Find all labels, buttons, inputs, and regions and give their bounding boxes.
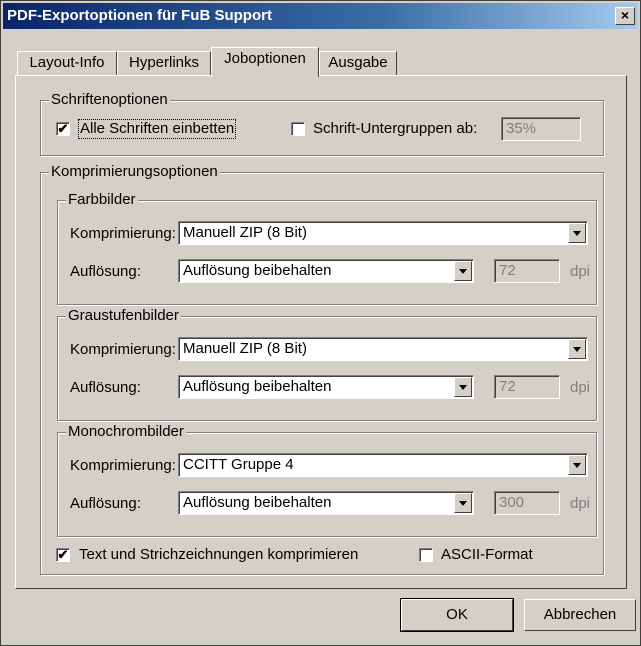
compression-group-legend: Komprimierungsoptionen [49,163,220,181]
gray-dpi-unit: dpi [570,379,591,396]
close-icon: × [620,7,630,23]
ok-button[interactable]: OK [400,598,514,632]
color-dpi-input[interactable]: 72 [494,259,560,283]
gray-compression-select[interactable]: Manuell ZIP (8 Bit) [178,337,588,361]
fonts-group: Schriftenoptionen ✔ Alle Schriften einbe… [40,91,604,156]
mono-dpi-input[interactable]: 300 [494,491,560,515]
chevron-down-icon[interactable] [454,493,472,513]
title-bar[interactable]: PDF-Exportoptionen für FuB Support × [3,3,638,29]
mono-images-legend: Monochrombilder [66,423,186,441]
ascii-format-label[interactable]: ASCII-Format [441,546,533,564]
mono-dpi-unit: dpi [570,495,591,512]
tab-panel: Schriftenoptionen ✔ Alle Schriften einbe… [15,75,627,589]
chevron-down-icon[interactable] [454,261,472,281]
tab-joboptionen[interactable]: Joboptionen [211,47,319,77]
window-title: PDF-Exportoptionen für FuB Support [7,7,272,24]
gray-images-legend: Graustufenbilder [66,307,181,325]
embed-all-fonts-label[interactable]: Alle Schriften einbetten [77,119,237,139]
color-resolution-select[interactable]: Auflösung beibehalten [178,259,474,283]
mono-compression-label: Komprimierung: [70,457,176,474]
dialog-window: PDF-Exportoptionen für FuB Support × Lay… [0,0,641,646]
font-subset-input[interactable]: 35% [501,117,581,141]
embed-all-fonts-checkbox[interactable]: ✔ [56,122,70,136]
font-subset-checkbox[interactable] [291,122,305,136]
mono-resolution-label: Auflösung: [70,495,141,512]
gray-resolution-select[interactable]: Auflösung beibehalten [178,375,474,399]
compression-group: Komprimierungsoptionen Farbbilder Kompri… [40,163,604,575]
mono-resolution-select[interactable]: Auflösung beibehalten [178,491,474,515]
color-compression-label: Komprimierung: [70,225,176,242]
fonts-group-legend: Schriftenoptionen [49,91,170,109]
tab-layout-info[interactable]: Layout-Info [17,51,117,75]
check-icon: ✔ [57,547,69,562]
color-resolution-label: Auflösung: [70,263,141,280]
tab-ausgabe[interactable]: Ausgabe [319,51,397,75]
chevron-down-icon[interactable] [568,339,586,359]
color-compression-select[interactable]: Manuell ZIP (8 Bit) [178,221,588,245]
compress-text-checkbox[interactable]: ✔ [56,548,70,562]
gray-dpi-input[interactable]: 72 [494,375,560,399]
tab-hyperlinks[interactable]: Hyperlinks [117,51,211,75]
chevron-down-icon[interactable] [568,223,586,243]
chevron-down-icon[interactable] [568,455,586,475]
mono-compression-select[interactable]: CCITT Gruppe 4 [178,453,588,477]
font-subset-label[interactable]: Schrift-Untergruppen ab: [313,120,477,138]
chevron-down-icon[interactable] [454,377,472,397]
compress-text-label[interactable]: Text und Strichzeichnungen komprimieren [79,546,358,564]
check-icon: ✔ [57,121,69,136]
color-images-legend: Farbbilder [66,191,138,209]
color-dpi-unit: dpi [570,263,591,280]
close-button[interactable]: × [615,7,635,25]
ascii-format-checkbox[interactable] [419,548,433,562]
cancel-button[interactable]: Abbrechen [524,599,636,631]
gray-compression-label: Komprimierung: [70,341,176,358]
mono-images-group: Monochrombilder Komprimierung: CCITT Gru… [57,423,597,537]
color-images-group: Farbbilder Komprimierung: Manuell ZIP (8… [57,191,597,305]
gray-images-group: Graustufenbilder Komprimierung: Manuell … [57,307,597,421]
gray-resolution-label: Auflösung: [70,379,141,396]
